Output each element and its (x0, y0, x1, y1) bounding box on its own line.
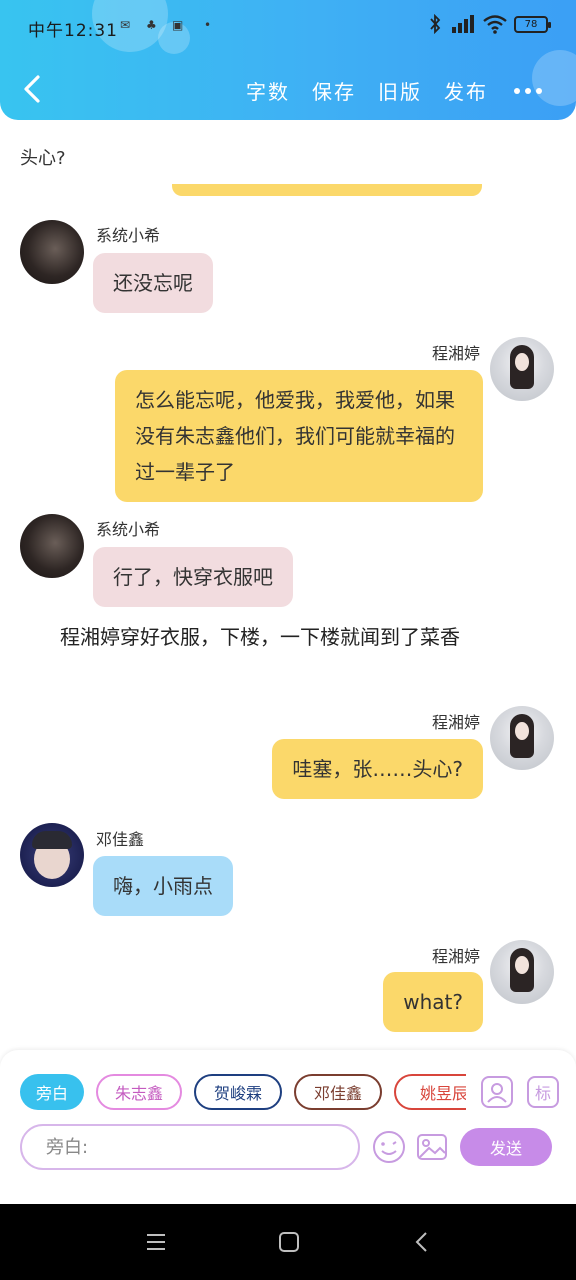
wifi-icon (483, 15, 507, 34)
battery-level: 78 (524, 18, 538, 30)
notification-dot-icon: • (204, 18, 212, 32)
message-bubble[interactable]: 嗨，小雨点 (93, 856, 233, 916)
avatar[interactable] (20, 220, 84, 284)
status-icons: 78 (428, 14, 551, 34)
narration-text: 程湘婷穿好衣服，下楼，一下楼就闻到了菜香 (60, 625, 460, 649)
header-toolbar: 字数 保存 旧版 发布 (246, 76, 542, 105)
word-count-button[interactable]: 字数 (246, 76, 290, 105)
message-bubble[interactable]: 还没忘呢 (93, 253, 213, 313)
notification-icon: ✉ (120, 18, 131, 32)
save-button[interactable]: 保存 (312, 76, 356, 105)
image-button[interactable] (416, 1132, 448, 1162)
sender-name: 程湘婷 (431, 344, 480, 363)
chat-area[interactable]: 头心? 系统小希 还没忘呢 程湘婷 怎么能忘呢，他爱我，我爱他，如果没有朱志鑫他… (0, 120, 576, 1050)
chevron-left-icon (415, 1232, 427, 1252)
chevron-left-icon (24, 75, 40, 103)
message-bubble[interactable]: 怎么能忘呢，他爱我，我爱他，如果没有朱志鑫他们，我们可能就幸福的过一辈子了 (115, 370, 483, 502)
notification-icon: ▣ (172, 18, 184, 32)
image-icon (417, 1134, 447, 1160)
message-input[interactable] (22, 1126, 358, 1168)
input-panel: 旁白 朱志鑫 贺峻霖 邓佳鑫 姚昱辰 标 发送 (0, 1050, 576, 1204)
add-character-button[interactable] (481, 1076, 513, 1108)
menu-button[interactable] (144, 1228, 172, 1256)
status-bar: 中午12:31 ✉ ♣ ▣ • 78 (0, 0, 576, 56)
partial-message-text: 头心? (20, 148, 66, 169)
sender-name: 程湘婷 (431, 947, 480, 966)
character-chip-narrator[interactable]: 旁白 (20, 1074, 84, 1110)
tag-button[interactable]: 标 (527, 1076, 559, 1108)
message-bubble[interactable]: 哇塞，张……头心? (272, 739, 483, 799)
more-menu-icon[interactable] (514, 87, 542, 94)
character-chip[interactable]: 邓佳鑫 (294, 1074, 382, 1110)
status-time: 中午12:31 (28, 21, 118, 41)
nav-back-button[interactable] (408, 1228, 436, 1256)
home-button[interactable] (276, 1228, 304, 1256)
character-chip[interactable]: 朱志鑫 (96, 1074, 182, 1110)
system-nav-bar (0, 1204, 576, 1280)
smile-icon (373, 1131, 405, 1163)
message-bubble[interactable]: 行了，快穿衣服吧 (93, 547, 293, 607)
publish-button[interactable]: 发布 (444, 76, 488, 105)
partial-message-bubble (172, 184, 482, 196)
avatar[interactable] (490, 337, 554, 401)
top-header: 中午12:31 ✉ ♣ ▣ • 78 字数 保存 旧版 发布 (0, 0, 576, 120)
avatar[interactable] (490, 706, 554, 770)
signal-icon (452, 15, 474, 33)
person-icon (487, 1083, 507, 1103)
sender-name: 邓佳鑫 (96, 830, 145, 849)
character-selector: 旁白 朱志鑫 贺峻霖 邓佳鑫 姚昱辰 (20, 1074, 466, 1110)
bluetooth-icon (430, 14, 441, 34)
message-bubble[interactable]: what? (383, 972, 483, 1032)
home-square-icon (279, 1232, 299, 1252)
sender-name: 程湘婷 (431, 713, 480, 732)
send-button[interactable]: 发送 (460, 1128, 552, 1166)
menu-icon (147, 1234, 165, 1250)
character-chip[interactable]: 贺峻霖 (194, 1074, 282, 1110)
old-version-button[interactable]: 旧版 (378, 76, 422, 105)
avatar[interactable] (20, 823, 84, 887)
battery-icon: 78 (514, 15, 551, 33)
character-chip[interactable]: 姚昱辰 (394, 1074, 466, 1110)
emoji-button[interactable] (372, 1130, 406, 1164)
sender-name: 系统小希 (96, 226, 161, 245)
notification-icon: ♣ (146, 18, 157, 32)
message-input-wrapper (20, 1124, 360, 1170)
avatar[interactable] (490, 940, 554, 1004)
back-button[interactable] (18, 72, 46, 106)
sender-name: 系统小希 (96, 520, 161, 539)
avatar[interactable] (20, 514, 84, 578)
